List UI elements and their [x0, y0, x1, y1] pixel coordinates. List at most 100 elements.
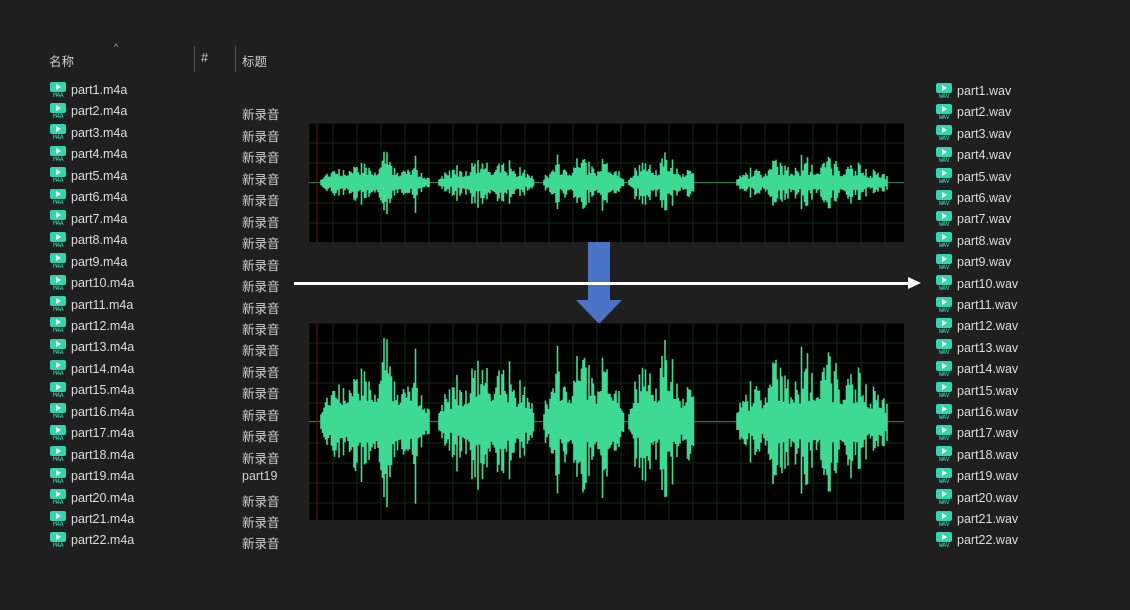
file-row-part15-wav[interactable]: WAV part15.wav	[936, 381, 1018, 401]
file-row-part3-m4a[interactable]: M4A part3.m4a	[50, 123, 127, 143]
file-row-part8-wav[interactable]: WAV part8.wav	[936, 231, 1011, 251]
file-row-part2-wav[interactable]: WAV part2.wav	[936, 102, 1011, 122]
file-row-part4-wav[interactable]: WAV part4.wav	[936, 145, 1011, 165]
conversion-arrow-line	[294, 282, 910, 285]
file-title: 新录音	[242, 237, 280, 252]
file-name: part20.m4a	[71, 490, 135, 505]
file-name: part10.wav	[957, 276, 1019, 291]
m4a-file-icon: M4A	[50, 188, 66, 206]
file-row-part4-m4a[interactable]: M4A part4.m4a	[50, 144, 127, 164]
m4a-file-icon: M4A	[50, 510, 66, 528]
original-waveform	[309, 123, 904, 242]
file-row-part16-m4a[interactable]: M4A part16.m4a	[50, 402, 134, 422]
file-row-part10-m4a[interactable]: M4A part10.m4a	[50, 273, 134, 293]
m4a-file-icon: M4A	[50, 253, 66, 270]
wav-file-icon: WAV	[936, 103, 952, 121]
file-name: part19.m4a	[71, 469, 135, 484]
file-row-part19-wav[interactable]: WAV part19.wav	[936, 466, 1018, 486]
file-row-part1-m4a[interactable]: M4A part1.m4a	[50, 80, 127, 100]
wav-file-icon: WAV	[936, 168, 952, 185]
file-row-part1-wav[interactable]: WAV part1.wav	[936, 81, 1011, 101]
file-row-part9-m4a[interactable]: M4A part9.m4a	[50, 252, 127, 272]
file-name: part17.m4a	[71, 426, 135, 441]
name-column-header[interactable]: 名称	[49, 51, 74, 70]
wav-file-icon: WAV	[936, 210, 952, 228]
file-row-part5-m4a[interactable]: M4A part5.m4a	[50, 166, 127, 186]
m4a-file-icon: M4A	[50, 381, 66, 399]
wav-file-icon: WAV	[936, 489, 952, 506]
number-column-header[interactable]: #	[201, 51, 208, 65]
file-row-part17-wav[interactable]: WAV part17.wav	[936, 423, 1018, 443]
wav-file-icon: WAV	[936, 146, 952, 164]
file-row-part21-m4a[interactable]: M4A part21.m4a	[50, 509, 134, 529]
file-name: part7.m4a	[71, 211, 128, 226]
file-name: part6.m4a	[71, 190, 128, 205]
m4a-file-icon: M4A	[50, 317, 66, 334]
file-row-part8-m4a[interactable]: M4A part8.m4a	[50, 230, 127, 250]
file-row-part12-m4a[interactable]: M4A part12.m4a	[50, 316, 134, 336]
file-row-part21-wav[interactable]: WAV part21.wav	[936, 509, 1018, 529]
title-column-header[interactable]: 标题	[242, 51, 267, 70]
waveform-trace	[320, 151, 888, 215]
file-title: 新录音	[242, 151, 280, 166]
file-row-part22-wav[interactable]: WAV part22.wav	[936, 530, 1018, 550]
file-name: part2.wav	[957, 105, 1012, 120]
wav-file-icon: WAV	[936, 296, 952, 314]
file-name: part15.m4a	[71, 383, 135, 398]
file-row-part15-m4a[interactable]: M4A part15.m4a	[50, 380, 134, 400]
file-row-part18-m4a[interactable]: M4A part18.m4a	[50, 445, 134, 465]
file-row-part11-wav[interactable]: WAV part11.wav	[936, 295, 1017, 315]
amplified-waveform	[309, 323, 904, 520]
file-row-part7-m4a[interactable]: M4A part7.m4a	[50, 209, 127, 229]
column-divider[interactable]	[235, 46, 236, 72]
file-row-part18-wav[interactable]: WAV part18.wav	[936, 445, 1018, 465]
wav-file-icon: WAV	[936, 446, 952, 463]
file-row-part17-m4a[interactable]: M4A part17.m4a	[50, 423, 134, 443]
wav-file-icon: WAV	[936, 82, 952, 100]
file-row-part7-wav[interactable]: WAV part7.wav	[936, 209, 1011, 229]
wav-file-icon: WAV	[936, 189, 952, 207]
file-title: 新录音	[242, 387, 280, 402]
m4a-file-icon: M4A	[50, 102, 66, 120]
file-row-part11-m4a[interactable]: M4A part11.m4a	[50, 295, 133, 315]
file-row-part20-wav[interactable]: WAV part20.wav	[936, 488, 1018, 508]
file-row-part22-m4a[interactable]: M4A part22.m4a	[50, 530, 134, 550]
file-row-part19-m4a[interactable]: M4A part19.m4a	[50, 466, 134, 486]
file-name: part11.wav	[957, 298, 1018, 312]
file-name: part3.wav	[957, 126, 1012, 141]
file-title: 新录音	[242, 408, 280, 423]
file-row-part6-m4a[interactable]: M4A part6.m4a	[50, 187, 127, 207]
file-title: 新录音	[242, 344, 280, 359]
file-row-part14-wav[interactable]: WAV part14.wav	[936, 359, 1018, 379]
file-name: part4.m4a	[71, 147, 128, 162]
wav-file-icon: WAV	[936, 317, 952, 335]
file-row-part3-wav[interactable]: WAV part3.wav	[936, 124, 1011, 144]
file-row-part12-wav[interactable]: WAV part12.wav	[936, 316, 1018, 336]
file-row-part13-wav[interactable]: WAV part13.wav	[936, 338, 1018, 358]
column-divider[interactable]	[194, 46, 195, 72]
right-arrow-icon	[908, 277, 921, 289]
file-row-part6-wav[interactable]: WAV part6.wav	[936, 188, 1011, 208]
file-row-part16-wav[interactable]: WAV part16.wav	[936, 402, 1018, 422]
file-row-part10-wav[interactable]: WAV part10.wav	[936, 274, 1018, 294]
file-row-part9-wav[interactable]: WAV part9.wav	[936, 252, 1011, 272]
file-row-part5-wav[interactable]: WAV part5.wav	[936, 167, 1011, 187]
file-title: 新录音	[242, 430, 280, 445]
wav-file-icon: WAV	[936, 232, 952, 249]
m4a-file-icon: M4A	[50, 231, 66, 249]
file-row-part13-m4a[interactable]: M4A part13.m4a	[50, 337, 134, 357]
file-row-part14-m4a[interactable]: M4A part14.m4a	[50, 359, 134, 379]
file-title: 新录音	[242, 280, 280, 295]
file-row-part20-m4a[interactable]: M4A part20.m4a	[50, 488, 134, 508]
m4a-file-icon: M4A	[50, 338, 66, 356]
file-name: part12.m4a	[71, 318, 135, 333]
file-name: part11.m4a	[71, 297, 134, 312]
wav-file-icon: WAV	[936, 467, 952, 485]
file-title: 新录音	[242, 172, 280, 187]
wav-file-icon: WAV	[936, 510, 952, 528]
file-row-part2-m4a[interactable]: M4A part2.m4a	[50, 101, 127, 121]
wav-file-icon: WAV	[936, 125, 952, 142]
m4a-file-icon: M4A	[50, 489, 66, 506]
file-name: part17.wav	[957, 426, 1019, 441]
file-name: part9.wav	[957, 255, 1012, 270]
